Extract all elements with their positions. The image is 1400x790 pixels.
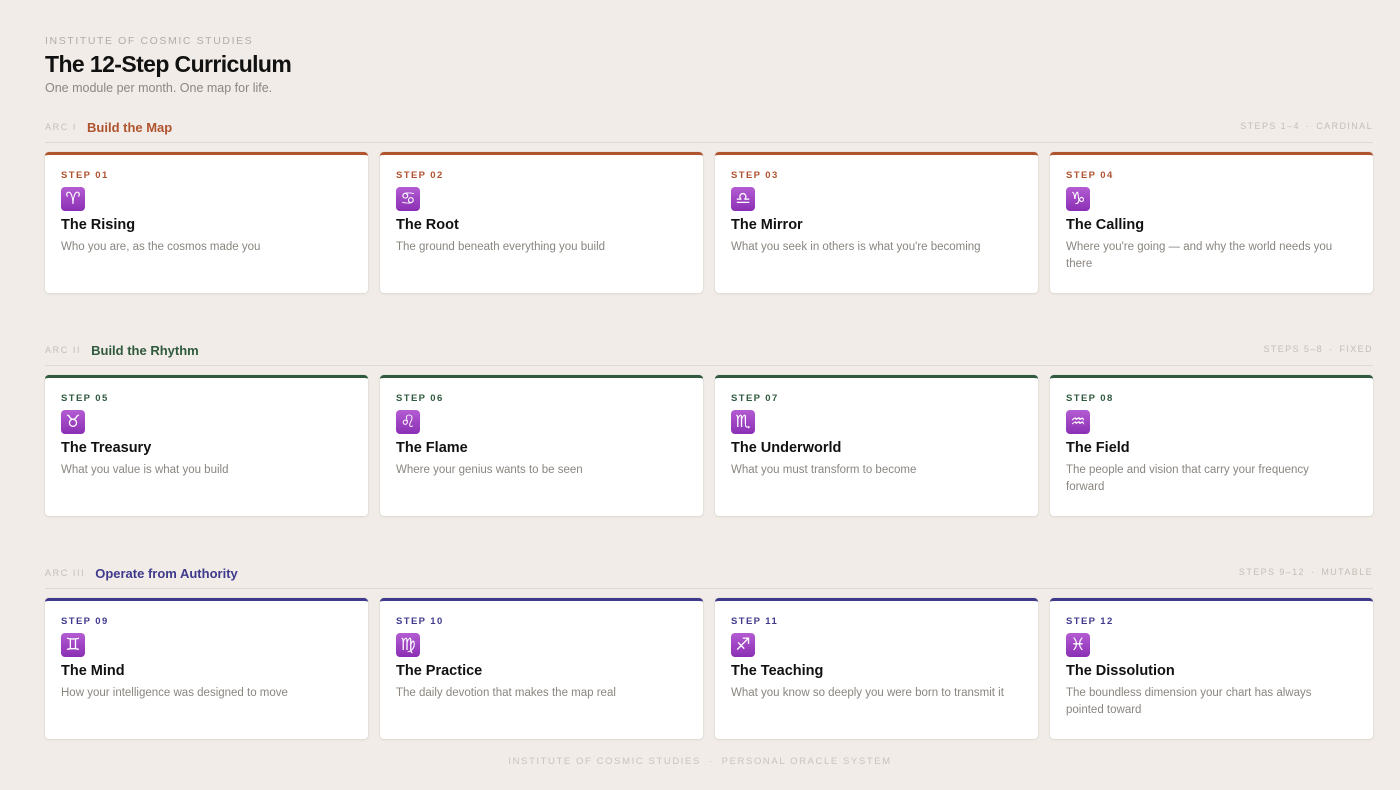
step-description: The daily devotion that makes the map re…: [396, 687, 616, 699]
aries-icon: ♈: [61, 187, 85, 211]
footer-separator: ·: [708, 756, 714, 767]
arc-number: ARC II: [45, 345, 82, 355]
arc-modality: CARDINAL: [1316, 121, 1373, 131]
arc-section: ARC I Build the Map STEPS 1–4 · CARDINAL STEP…: [45, 118, 1373, 293]
step-description: Who you are, as the cosmos made you: [61, 241, 261, 253]
arc-cards-grid: STEP 05 ♉ The Treasury What you value is wh…: [45, 375, 1373, 516]
step-number: STEP 03: [731, 170, 779, 181]
step-card[interactable]: STEP 01 ♈ The Rising Who you are, as the co…: [45, 152, 368, 293]
arc-cards-grid: STEP 09 ♊ The Mind How your intelligence wa…: [45, 598, 1373, 739]
step-title: The Mind: [61, 663, 125, 679]
step-card[interactable]: STEP 07 ♏ The Underworld What you must tran…: [715, 375, 1038, 516]
step-title: The Flame: [396, 440, 468, 456]
arc-steps-range: STEPS 1–4: [1240, 121, 1300, 131]
step-card[interactable]: STEP 12 ♓ The Dissolution The boundless dim…: [1050, 598, 1373, 739]
arc-title: Build the Rhythm: [91, 342, 199, 358]
aquarius-icon: ♒: [1066, 410, 1090, 434]
step-title: The Dissolution: [1066, 663, 1175, 679]
step-title: The Field: [1066, 440, 1130, 456]
arc-meta: STEPS 1–4 · CARDINAL: [1240, 121, 1373, 131]
step-card[interactable]: STEP 06 ♌ The Flame Where your genius wants…: [380, 375, 703, 516]
arc-header: ARC II Build the Rhythm STEPS 5–8 · FIXED: [45, 341, 1373, 359]
arc-header: ARC I Build the Map STEPS 1–4 · CARDINAL: [45, 118, 1373, 136]
arc-modality: FIXED: [1339, 344, 1373, 354]
step-card[interactable]: STEP 11 ♐ The Teaching What you know so dee…: [715, 598, 1038, 739]
footer-left: INSTITUTE OF COSMIC STUDIES: [508, 756, 701, 767]
arc-cards-grid: STEP 01 ♈ The Rising Who you are, as the co…: [45, 152, 1373, 293]
step-number: STEP 10: [396, 616, 444, 627]
arc-divider: [45, 365, 1373, 366]
taurus-icon: ♉: [61, 410, 85, 434]
step-card[interactable]: STEP 03 ♎ The Mirror What you seek in other…: [715, 152, 1038, 293]
step-card[interactable]: STEP 10 ♍ The Practice The daily devotion t…: [380, 598, 703, 739]
step-number: STEP 02: [396, 170, 444, 181]
step-number: STEP 06: [396, 393, 444, 404]
arc-section: ARC III Operate from Authority STEPS 9–12 ·…: [45, 564, 1373, 739]
page-subtitle: One module per month. One map for life.: [45, 81, 273, 95]
step-title: The Underworld: [731, 440, 842, 456]
arc-modality: MUTABLE: [1321, 567, 1373, 577]
arc-meta: STEPS 9–12 · MUTABLE: [1239, 567, 1373, 577]
step-title: The Treasury: [61, 440, 152, 456]
libra-icon: ♎: [731, 187, 755, 211]
step-title: The Root: [396, 217, 459, 233]
step-title: The Teaching: [731, 663, 824, 679]
step-description: How your intelligence was designed to mo…: [61, 687, 288, 699]
arc-title: Build the Map: [87, 119, 173, 135]
step-description: Where your genius wants to be seen: [396, 464, 583, 476]
arc-meta-separator: ·: [1329, 344, 1334, 354]
step-description: The ground beneath everything you build: [396, 241, 606, 253]
arc-divider: [45, 588, 1373, 589]
pisces-icon: ♓: [1066, 633, 1090, 657]
step-description: Where you're going — and why the world n…: [1066, 241, 1333, 270]
leo-icon: ♌: [396, 410, 420, 434]
step-number: STEP 04: [1066, 170, 1114, 181]
arc-section: ARC II Build the Rhythm STEPS 5–8 · FIXED STE…: [45, 341, 1373, 516]
footer-right: PERSONAL ORACLE SYSTEM: [721, 756, 892, 767]
arc-meta-separator: ·: [1305, 121, 1311, 131]
arc-steps-range: STEPS 5–8: [1263, 344, 1324, 354]
step-card[interactable]: STEP 02 ♋ The Root The ground beneath every…: [380, 152, 703, 293]
step-number: STEP 11: [731, 616, 779, 627]
arc-divider: [45, 142, 1373, 143]
step-card[interactable]: STEP 04 ♑ The Calling Where you're going — …: [1050, 152, 1373, 293]
arc-meta: STEPS 5–8 · FIXED: [1263, 344, 1373, 354]
step-card[interactable]: STEP 09 ♊ The Mind How your intelligence wa…: [45, 598, 368, 739]
step-description: The boundless dimension your chart has a…: [1066, 687, 1312, 716]
step-description: What you value is what you build: [61, 464, 229, 476]
step-title: The Calling: [1066, 217, 1145, 233]
step-number: STEP 01: [61, 170, 109, 181]
step-description: What you must transform to become: [731, 464, 917, 476]
step-number: STEP 08: [1066, 393, 1114, 404]
arc-title: Operate from Authority: [95, 565, 238, 581]
arc-steps-range: STEPS 9–12: [1238, 567, 1305, 577]
step-title: The Rising: [61, 217, 136, 233]
step-description: What you know so deeply you were born to…: [731, 687, 1004, 699]
arc-header: ARC III Operate from Authority STEPS 9–12 ·…: [45, 564, 1373, 582]
arc-number: ARC III: [45, 568, 86, 578]
page-title: The 12-Step Curriculum: [45, 51, 292, 77]
step-card[interactable]: STEP 08 ♒ The Field The people and vision t…: [1050, 375, 1373, 516]
step-description: What you seek in others is what you're b…: [731, 241, 981, 253]
step-number: STEP 05: [61, 393, 109, 404]
arc-meta-separator: ·: [1310, 567, 1316, 577]
step-number: STEP 07: [731, 393, 779, 404]
arc-number: ARC I: [45, 122, 78, 132]
step-description: The people and vision that carry your fr…: [1066, 464, 1309, 493]
scorpio-icon: ♏: [731, 410, 755, 434]
sagittarius-icon: ♐: [731, 633, 755, 657]
step-card[interactable]: STEP 05 ♉ The Treasury What you value is wh…: [45, 375, 368, 516]
page-footer: INSTITUTE OF COSMIC STUDIES · PERSONAL ORA…: [0, 756, 1400, 767]
cancer-icon: ♋: [396, 187, 420, 211]
step-title: The Mirror: [731, 217, 803, 233]
capricorn-icon: ♑: [1066, 187, 1090, 211]
step-number: STEP 12: [1066, 616, 1114, 627]
institute-eyebrow: INSTITUTE OF COSMIC STUDIES: [45, 35, 254, 47]
virgo-icon: ♍: [396, 633, 420, 657]
step-title: The Practice: [396, 663, 483, 679]
gemini-icon: ♊: [61, 633, 85, 657]
step-number: STEP 09: [61, 616, 109, 627]
